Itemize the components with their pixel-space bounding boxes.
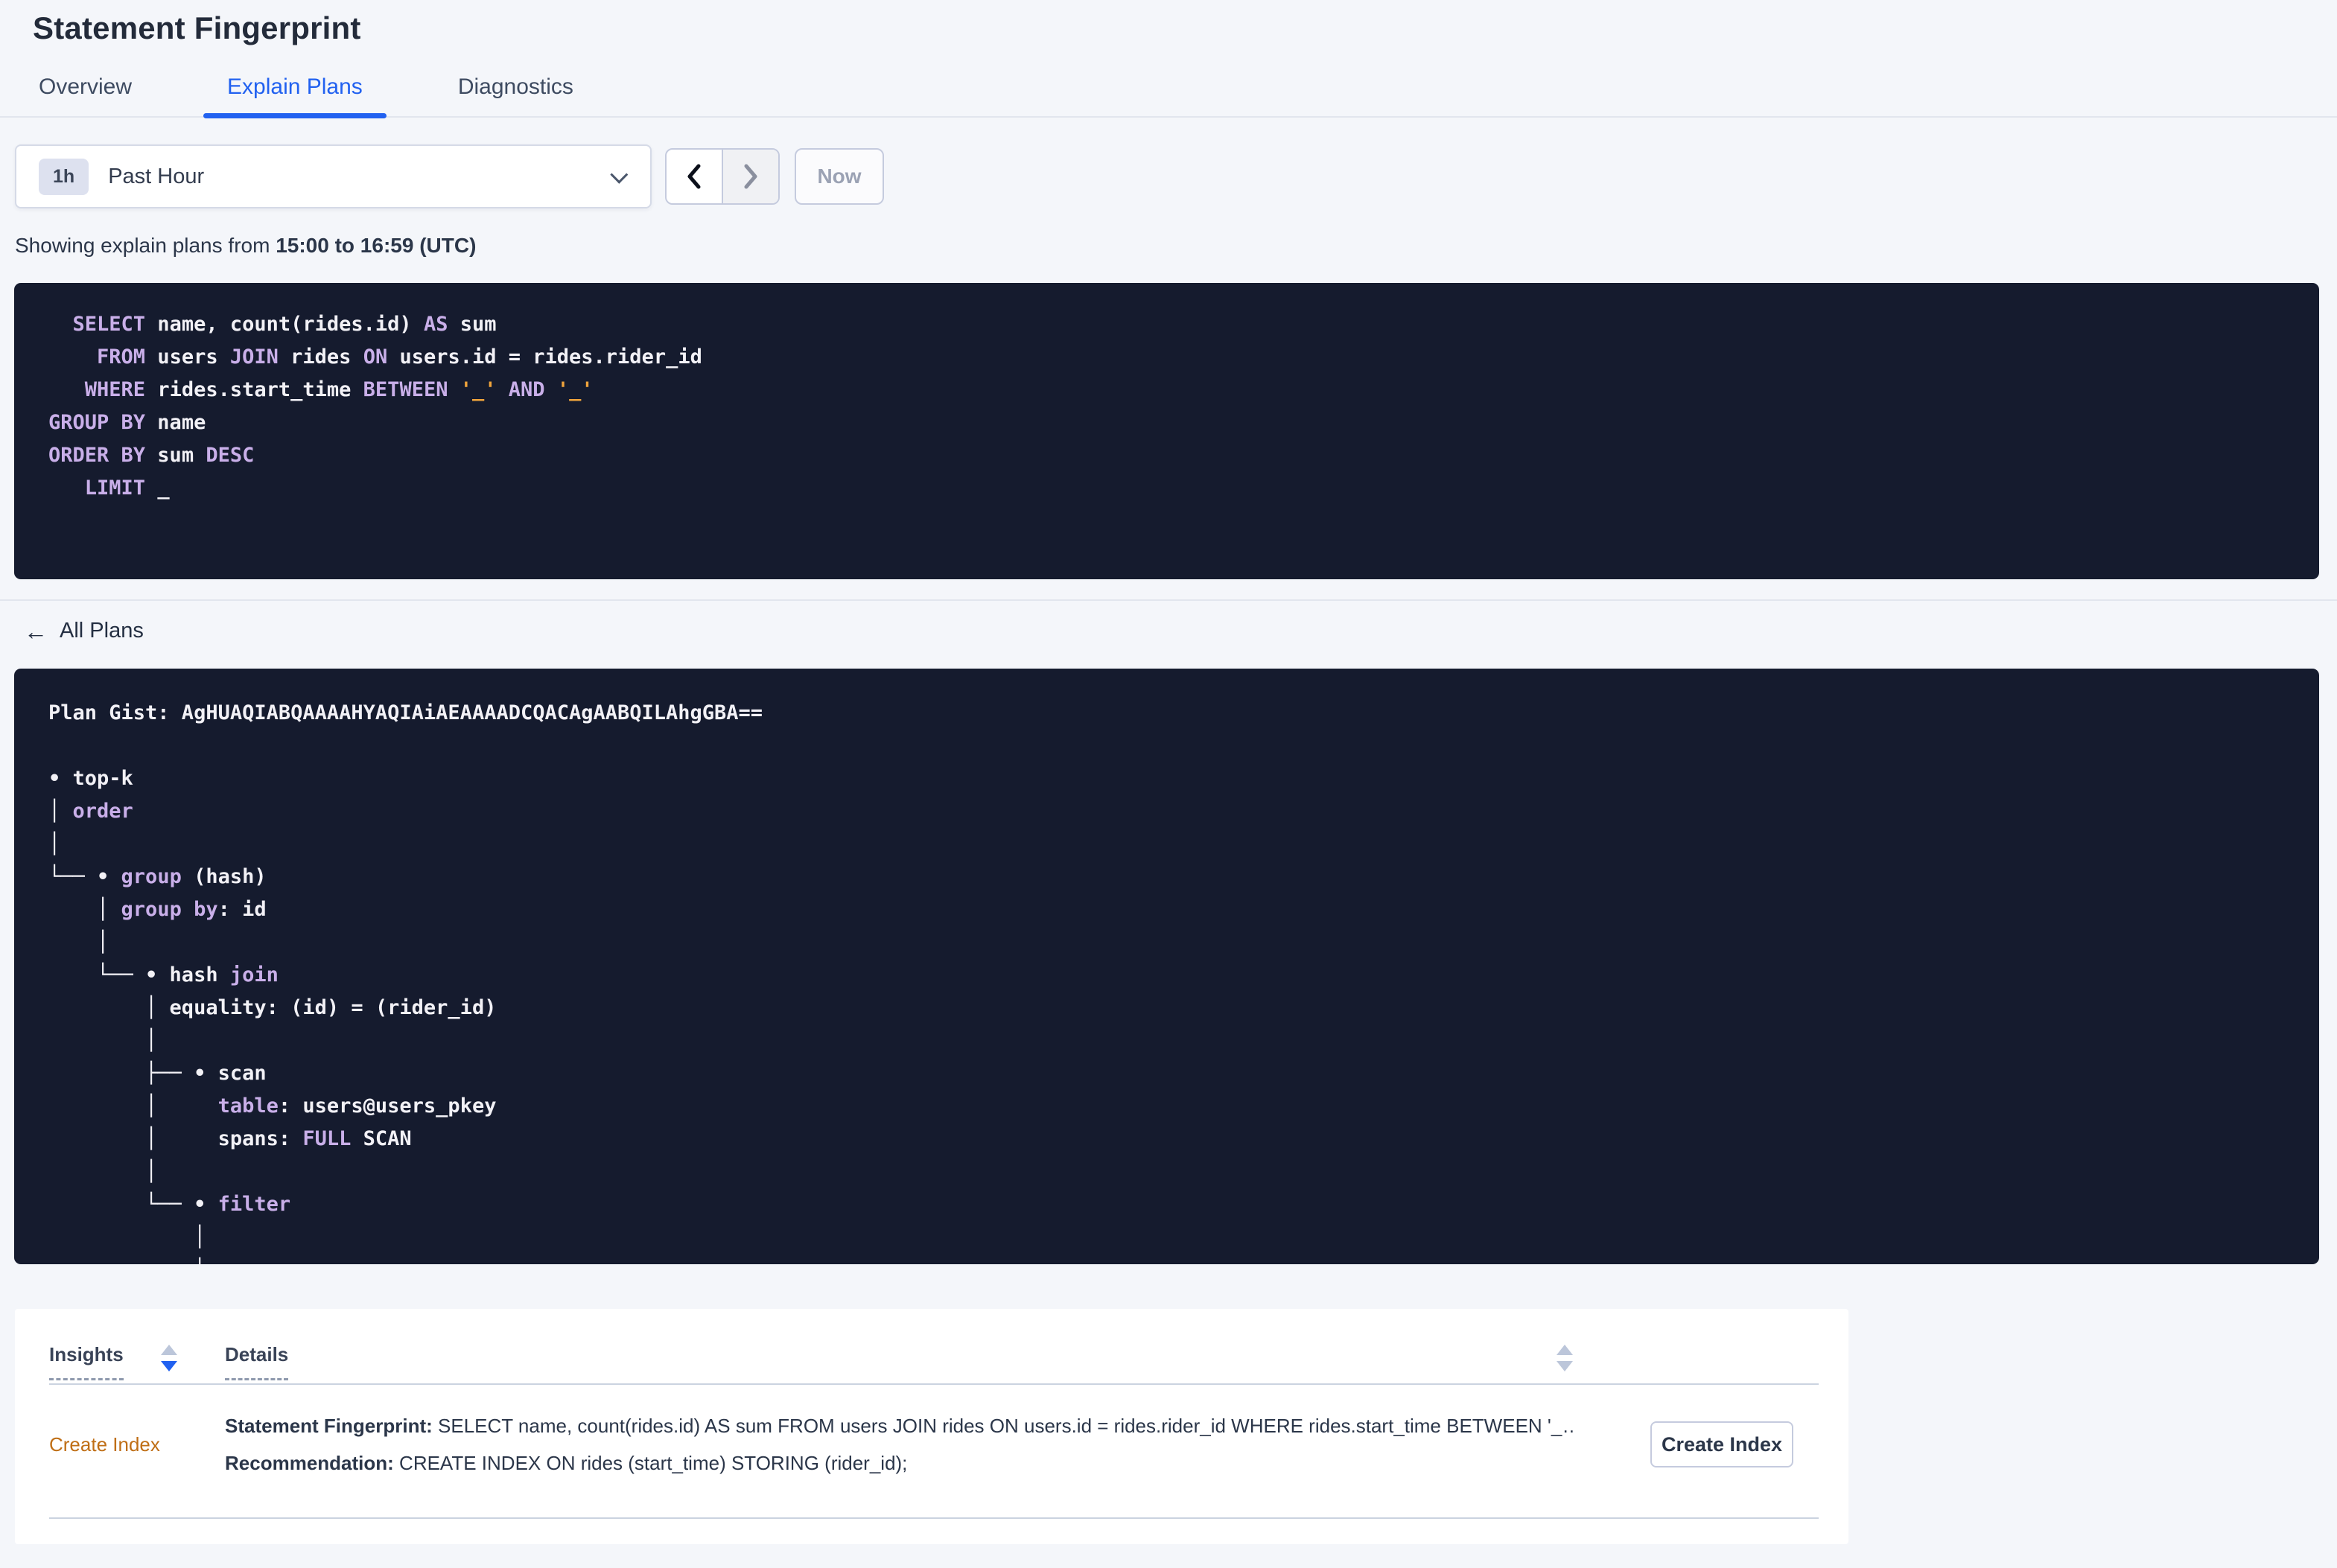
duration-badge: 1h [39,158,89,195]
code-line: LIMIT _ [84,477,170,500]
recommendation-text: CREATE INDEX ON rides (start_time) STORI… [393,1452,908,1474]
recommendation-label: Recommendation: [225,1452,394,1474]
divider [49,1517,1819,1519]
insights-table-header: Insights Details [49,1343,1819,1380]
code-line: └── • hash join [48,963,279,987]
tab-overview[interactable]: Overview [15,74,156,116]
tab-bar: Overview Explain Plans Diagnostics [0,74,2337,118]
time-pager [665,148,780,205]
next-time-button[interactable] [723,150,778,203]
code-line: │ order [48,800,133,823]
code-line: GROUP BY name [48,411,206,434]
showing-prefix: Showing explain plans from [15,234,276,257]
insights-header-cell: Insights [49,1343,225,1380]
code-line: │ spans: FULL SCAN [48,1127,412,1150]
showing-range: 15:00 to 16:59 (UTC) [276,234,477,257]
sql-fingerprint-panel: SELECT name, count(rides.id) AS sum FROM… [14,283,2319,579]
chevron-left-icon [687,164,701,189]
back-arrow-icon: ← [24,617,48,645]
code-line: └── • group (hash) [48,865,267,888]
code-line: └── • filter [48,1193,291,1216]
previous-time-button[interactable] [667,150,723,203]
sort-down-triangle [1557,1361,1573,1371]
code-line: │ [48,1029,158,1052]
tab-diagnostics[interactable]: Diagnostics [434,74,597,116]
recommendation-line: Recommendation: CREATE INDEX ON rides (s… [225,1444,1573,1482]
all-plans-label: All Plans [60,619,144,643]
insights-card: Insights Details Create Index Statement … [15,1309,1848,1544]
code-line: │ [48,1160,158,1183]
code-line: WHERE rides.start_time BETWEEN '_' AND '… [84,378,594,401]
code-line: │ equality: (id) = (rider_id) [48,996,497,1019]
code-line: │ [48,1254,2304,1264]
sort-icon[interactable] [160,1345,177,1371]
code-line: │ table: users@users_pkey [48,1094,497,1118]
sort-down-triangle [160,1361,177,1371]
divider [0,599,2337,601]
now-button[interactable]: Now [795,148,884,205]
code-line: │ [48,1226,206,1249]
code-line: ├── • scan [48,1062,267,1085]
time-range-dropdown[interactable]: 1h Past Hour [15,144,652,208]
code-line: FROM users JOIN rides ON users.id = ride… [97,345,702,369]
time-range-label: Past Hour [108,164,205,188]
table-row: Create Index Statement Fingerprint: SELE… [49,1385,1819,1514]
tab-explain-plans[interactable]: Explain Plans [203,74,387,118]
plan-gist-panel: Plan Gist: AgHUAQIABQAAAAHYAQIAiAEAAAADC… [14,669,2319,1264]
showing-range-text: Showing explain plans from 15:00 to 16:5… [15,234,2322,258]
statement-fingerprint-line: Statement Fingerprint: SELECT name, coun… [225,1407,1573,1444]
sort-icon[interactable] [1557,1345,1573,1371]
fingerprint-text: SELECT name, count(rides.id) AS sum FROM… [432,1415,1573,1437]
details-column-header[interactable]: Details [225,1343,289,1380]
create-index-button[interactable]: Create Index [1650,1421,1793,1467]
code-line: SELECT name, count(rides.id) AS sum [72,313,497,336]
code-line: ORDER BY sum DESC [48,444,255,467]
chevron-right-icon [744,164,757,189]
code-line: │ [48,931,109,954]
chevron-down-icon [610,165,629,184]
fingerprint-label: Statement Fingerprint: [225,1415,433,1437]
code-line: • top-k [48,767,133,790]
insights-column-header[interactable]: Insights [49,1343,124,1380]
code-line: │ group by: id [48,898,267,921]
time-controls: 1h Past Hour Now [15,144,2319,208]
sort-up-triangle [1557,1345,1573,1355]
all-plans-link[interactable]: ← All Plans [24,619,144,643]
page-title: Statement Fingerprint [33,10,361,45]
insight-type-link[interactable]: Create Index [49,1433,160,1456]
details-header-cell: Details [225,1343,1573,1380]
code-line: │ [48,832,61,855]
insight-details: Statement Fingerprint: SELECT name, coun… [225,1407,1573,1482]
code-line: Plan Gist: AgHUAQIABQAAAAHYAQIAiAEAAAADC… [48,701,763,724]
sort-up-triangle [160,1345,177,1355]
